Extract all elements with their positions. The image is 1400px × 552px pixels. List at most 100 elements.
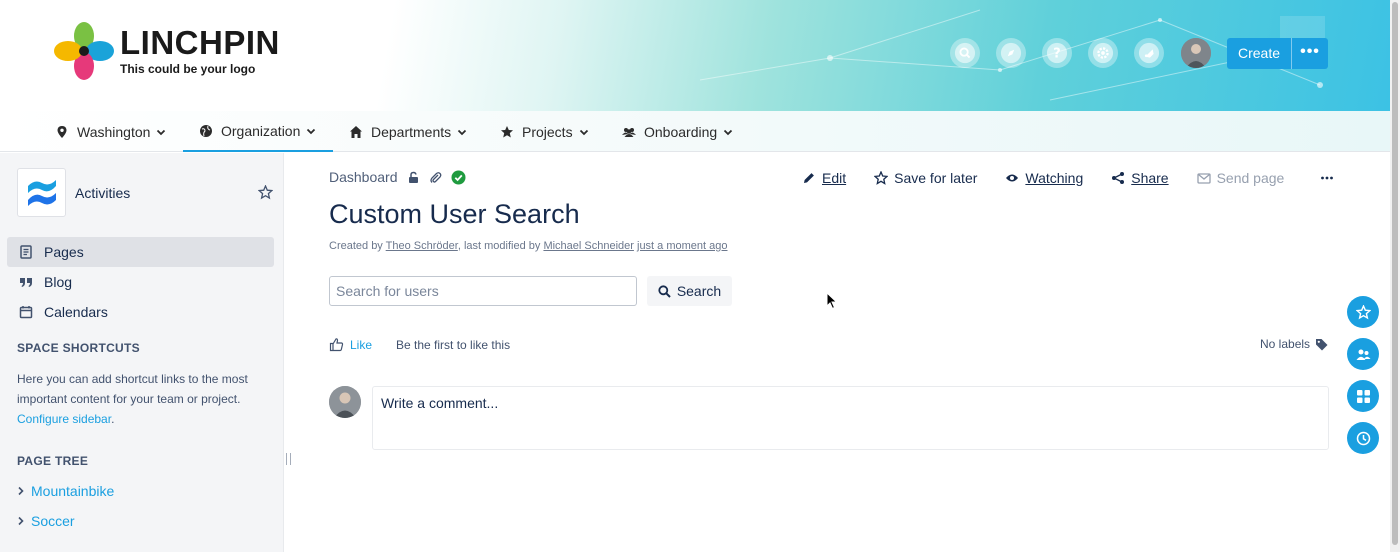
create-button[interactable]: Create (1227, 38, 1291, 69)
nav-item-onboarding[interactable]: Onboarding (622, 111, 733, 152)
tree-item-label[interactable]: Mountainbike (31, 483, 114, 499)
modified-time-link[interactable]: just a moment ago (637, 240, 728, 252)
shortcuts-period: . (111, 412, 115, 426)
shortcuts-description: Here you can add shortcut links to the m… (17, 372, 248, 406)
labels-area: No labels (1260, 337, 1328, 351)
page-byline: Created by Theo Schröder, last modified … (329, 240, 728, 252)
nav-label: Projects (522, 123, 573, 140)
user-search-input[interactable] (329, 276, 637, 306)
linchpin-logo-icon (54, 22, 114, 80)
logo-name: LINCHPIN (120, 24, 280, 61)
nav-item-organization[interactable]: Organization (183, 111, 333, 152)
create-button-group: Create ••• (1227, 38, 1328, 69)
modifier-link[interactable]: Michael Schneider (543, 240, 634, 252)
user-avatar[interactable] (1181, 38, 1211, 68)
chevron-right-icon[interactable] (17, 516, 25, 526)
favourite-star-icon[interactable] (258, 185, 273, 200)
sidebar-item-calendars[interactable]: Calendars (7, 297, 274, 327)
apps-button[interactable] (1347, 380, 1379, 412)
chevron-right-icon[interactable] (17, 486, 25, 496)
settings-icon[interactable] (1088, 38, 1118, 68)
nav-label: Departments (371, 123, 452, 140)
sidebar-resize-handle[interactable] (286, 453, 291, 465)
space-shortcuts-heading: SPACE SHORTCUTS (17, 341, 140, 355)
envelope-icon (1196, 173, 1211, 184)
save-for-later-label: Save for later (894, 170, 978, 186)
like-button[interactable]: Like (329, 337, 372, 352)
main-navigation: Washington Organization Departments Proj… (0, 111, 1390, 152)
nav-label: Organization (221, 122, 301, 139)
more-horizontal-icon (1321, 176, 1334, 180)
verified-check-icon[interactable] (451, 170, 466, 185)
nav-item-departments[interactable]: Departments (349, 111, 467, 152)
attachment-icon[interactable] (429, 171, 442, 184)
thumbs-up-icon (329, 338, 344, 352)
svg-text:?: ? (1053, 47, 1060, 62)
people-icon (622, 127, 636, 137)
help-icon[interactable]: ? (1042, 38, 1072, 68)
star-icon (501, 125, 513, 137)
people-button[interactable] (1347, 338, 1379, 370)
chevron-down-icon (724, 129, 733, 135)
search-icon[interactable] (950, 38, 980, 68)
byline-modified-text: , last modified by (457, 240, 541, 252)
configure-sidebar-link[interactable]: Configure sidebar (17, 412, 111, 426)
tree-item-mountainbike[interactable]: Mountainbike (17, 483, 114, 499)
byline-created-text: Created by (329, 240, 383, 252)
people-icon (1356, 349, 1370, 360)
tag-icon[interactable] (1315, 338, 1328, 351)
nav-label: Washington (77, 123, 151, 140)
mouse-cursor-icon (826, 292, 838, 310)
pages-icon (20, 245, 32, 259)
tree-item-soccer[interactable]: Soccer (17, 513, 75, 529)
space-shortcuts-text: Here you can add shortcut links to the m… (17, 369, 267, 429)
search-icon (658, 284, 671, 298)
watching-button[interactable]: Watching (1005, 170, 1083, 186)
sidebar-item-blog[interactable]: Blog (7, 267, 274, 297)
home-icon (350, 125, 362, 138)
send-page-button[interactable]: Send page (1196, 170, 1285, 186)
space-logo[interactable] (17, 168, 66, 217)
nav-item-washington[interactable]: Washington (55, 111, 166, 152)
sidebar-item-label: Pages (44, 244, 84, 260)
space-name[interactable]: Activities (75, 185, 130, 201)
scrollbar-thumb[interactable] (1392, 2, 1398, 545)
sidebar-item-label: Blog (44, 274, 73, 290)
nav-item-projects[interactable]: Projects (500, 111, 589, 152)
edit-label: Edit (822, 170, 847, 186)
share-label: Share (1131, 170, 1169, 186)
favourites-button[interactable] (1347, 296, 1379, 328)
sidebar-item-pages[interactable]: Pages (7, 237, 274, 267)
sidebar-item-label: Calendars (44, 304, 108, 320)
save-for-later-button[interactable]: Save for later (874, 170, 977, 186)
search-button-label: Search (676, 283, 722, 299)
header-icon-bar: ? (950, 38, 1164, 68)
notification-icon[interactable] (1134, 38, 1164, 68)
comment-input[interactable]: Write a comment... (372, 386, 1329, 450)
search-button[interactable]: Search (647, 276, 732, 306)
edit-button[interactable]: Edit (802, 170, 846, 186)
vertical-scrollbar[interactable] (1390, 0, 1400, 552)
chevron-down-icon (458, 129, 467, 135)
star-outline-icon (874, 171, 889, 185)
eye-icon (1006, 174, 1019, 182)
more-actions-button[interactable] (1320, 171, 1340, 185)
compass-icon[interactable] (996, 38, 1026, 68)
watching-label: Watching (1025, 170, 1084, 186)
clock-icon (1356, 431, 1370, 445)
creator-link[interactable]: Theo Schröder (386, 240, 458, 252)
unlock-icon[interactable] (407, 171, 420, 184)
floating-action-bar (1347, 296, 1379, 454)
breadcrumb-dashboard[interactable]: Dashboard (329, 169, 398, 185)
create-more-button[interactable]: ••• (1291, 38, 1328, 69)
like-row: Like Be the first to like this (329, 337, 510, 352)
tree-item-label[interactable]: Soccer (31, 513, 75, 529)
like-label: Like (350, 337, 373, 352)
send-page-label: Send page (1216, 170, 1285, 186)
page-actions: Edit Save for later Watching Share Send … (802, 167, 1368, 189)
company-logo[interactable]: LINCHPIN This could be your logo (54, 22, 280, 80)
share-button[interactable]: Share (1111, 170, 1169, 186)
chevron-down-icon (307, 128, 316, 134)
recent-button[interactable] (1347, 422, 1379, 454)
globe-icon (200, 124, 212, 137)
